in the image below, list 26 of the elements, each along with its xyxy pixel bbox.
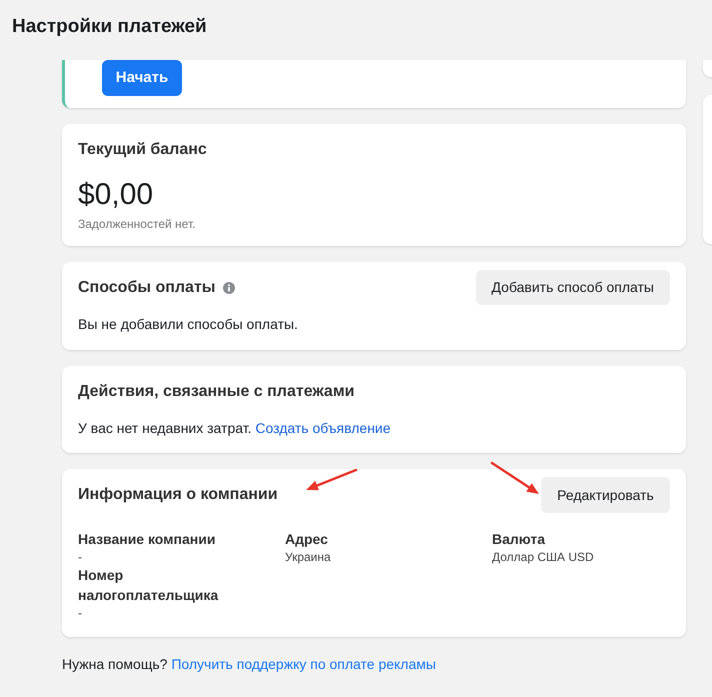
field-value: - <box>78 605 82 621</box>
field-value: - <box>78 549 82 565</box>
edit-button[interactable]: Редактировать <box>541 477 670 513</box>
activity-message: У вас нет недавних затрат. Создать объявление <box>78 419 391 438</box>
annotation-arrow <box>489 460 542 497</box>
balance-note: Задолженностей нет. <box>78 216 196 232</box>
card-title: Действия, связанные с платежами <box>78 382 354 402</box>
page-title: Настройки платежей <box>12 16 207 38</box>
field-label: Адрес <box>285 530 328 549</box>
card-title: Способы оплаты <box>78 278 216 298</box>
add-payment-method-button[interactable]: Добавить способ оплаты <box>476 270 670 305</box>
field-label: Название компании <box>78 530 216 549</box>
field-label: Номер налогоплательщика <box>78 566 220 605</box>
card-title: Текущий баланс <box>78 140 207 160</box>
info-icon[interactable] <box>223 282 236 294</box>
card-title: Информация о компании <box>78 485 278 505</box>
field-value: Украина <box>285 549 331 565</box>
help-text: Нужна помощь? Получить поддержку по оплате рекламы <box>62 655 436 674</box>
start-button[interactable]: Начать <box>102 60 182 96</box>
annotation-arrow <box>303 467 359 493</box>
field-label: Валюта <box>492 530 546 549</box>
empty-message: Вы не добавили способы оплаты. <box>78 315 298 334</box>
balance-amount: $0,00 <box>78 177 154 213</box>
field-value: Доллар США USD <box>492 549 594 565</box>
create-ad-link[interactable]: Создать объявление <box>255 420 391 436</box>
support-link[interactable]: Получить поддержку по оплате рекламы <box>171 656 436 672</box>
